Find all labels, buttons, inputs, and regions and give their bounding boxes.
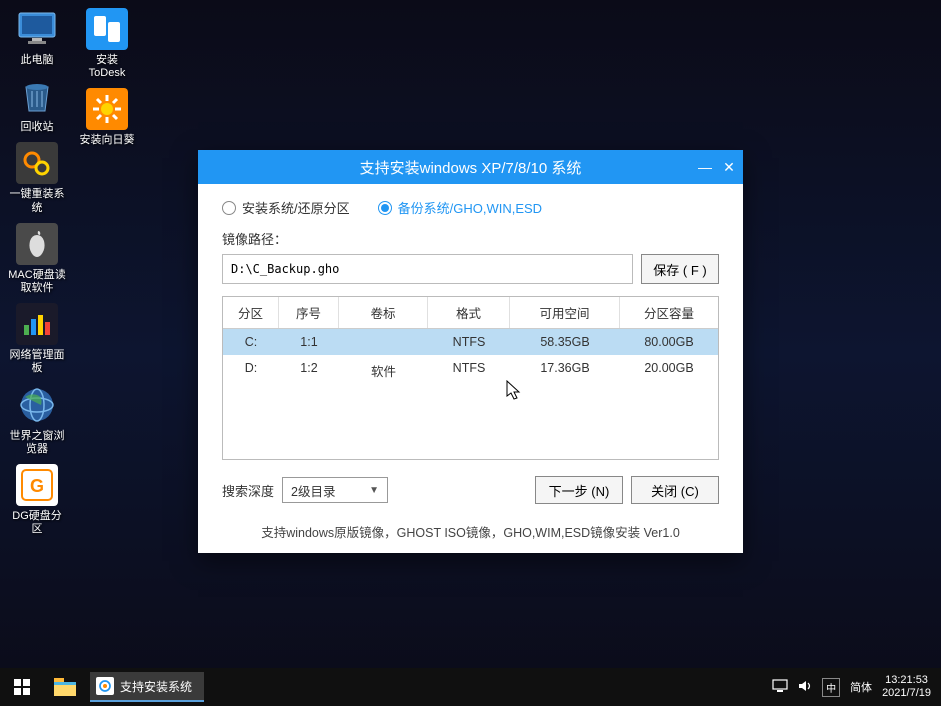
tray-ime-icon[interactable]: 中 (822, 678, 840, 697)
image-path-input[interactable]: D:\C_Backup.gho (222, 254, 633, 284)
tray-monitor-icon[interactable] (772, 679, 788, 696)
desktop-icon-label: 网络管理面板 (8, 349, 66, 375)
start-button[interactable] (0, 668, 44, 706)
svg-text:G: G (30, 476, 44, 496)
apple-icon (16, 223, 58, 265)
titlebar[interactable]: 支持安装windows XP/7/8/10 系统 — ✕ (198, 150, 743, 184)
dialog-title: 支持安装windows XP/7/8/10 系统 (198, 157, 743, 178)
search-depth-select[interactable]: 2级目录 ▼ (282, 477, 388, 503)
bars-icon (16, 303, 58, 345)
desktop-icon-label: 此电脑 (21, 54, 54, 67)
th-label: 卷标 (339, 297, 428, 328)
search-depth-label: 搜索深度 (222, 481, 274, 500)
desktop-icon[interactable]: 一键重装系统 (8, 142, 66, 214)
taskbar: 支持安装系统 中 简体 13:21:53 2021/7/19 (0, 668, 941, 706)
desktop-icon[interactable]: G DG硬盘分区 (8, 464, 66, 536)
app-icon (96, 677, 114, 695)
save-button[interactable]: 保存 ( F ) (641, 254, 719, 284)
taskbar-app-install[interactable]: 支持安装系统 (90, 672, 204, 702)
next-button[interactable]: 下一步 (N) (535, 476, 623, 504)
minimize-button[interactable]: — (695, 157, 715, 177)
todesk-icon (86, 8, 128, 50)
dialog-footer-text: 支持windows原版镜像，GHOST ISO镜像，GHO,WIM,ESD镜像安… (198, 512, 743, 553)
install-dialog: 支持安装windows XP/7/8/10 系统 — ✕ 安装系统/还原分区 备… (198, 150, 743, 553)
radio-icon (378, 201, 392, 215)
table-row[interactable]: D: 1:2 软件 NTFS 17.36GB 20.00GB (223, 355, 718, 386)
file-explorer-taskbar-icon[interactable] (44, 668, 86, 706)
desktop-icon[interactable]: 安装向日葵 (78, 88, 136, 147)
partition-table: 分区 序号 卷标 格式 可用空间 分区容量 C: 1:1 NTFS 58.35G… (222, 296, 719, 460)
radio-icon (222, 201, 236, 215)
globe-icon (16, 384, 58, 426)
radio-backup[interactable]: 备份系统/GHO,WIN,ESD (378, 198, 542, 217)
th-capacity: 分区容量 (620, 297, 718, 328)
desktop-icon[interactable]: 安装ToDesk (78, 8, 136, 80)
desktop-icon[interactable]: 回收站 (8, 75, 66, 134)
desktop-icon[interactable]: 网络管理面板 (8, 303, 66, 375)
desktop-icon-label: MAC硬盘读取软件 (8, 269, 66, 295)
close-button[interactable]: ✕ (719, 157, 739, 177)
tray-volume-icon[interactable] (798, 679, 812, 696)
th-format: 格式 (428, 297, 510, 328)
close-dialog-button[interactable]: 关闭 (C) (631, 476, 719, 504)
gears-icon (16, 142, 58, 184)
radio-install-restore[interactable]: 安装系统/还原分区 (222, 198, 350, 217)
chevron-down-icon: ▼ (369, 485, 379, 496)
desktop-icon-label: 安装ToDesk (78, 54, 136, 80)
desktop-icon-label: DG硬盘分区 (8, 510, 66, 536)
th-sequence: 序号 (279, 297, 339, 328)
dg-icon: G (16, 464, 58, 506)
desktop-icon-label: 一键重装系统 (8, 188, 66, 214)
desktop-icon[interactable]: 此电脑 (8, 8, 66, 67)
system-tray: 中 简体 13:21:53 2021/7/19 (772, 674, 941, 700)
tray-clock[interactable]: 13:21:53 2021/7/19 (882, 674, 931, 700)
bin-icon (16, 75, 58, 117)
monitor-icon (16, 8, 58, 50)
desktop-icons: 此电脑回收站一键重装系统 MAC硬盘读取软件网络管理面板世界之窗浏览器 G DG硬盘分… (8, 8, 136, 536)
desktop-icon-label: 回收站 (21, 121, 54, 134)
path-label: 镜像路径： (222, 229, 719, 248)
desktop-icon-label: 安装向日葵 (80, 134, 135, 147)
desktop-icon[interactable]: 世界之窗浏览器 (8, 384, 66, 456)
table-row[interactable]: C: 1:1 NTFS 58.35GB 80.00GB (223, 329, 718, 355)
sunflower-icon (86, 88, 128, 130)
th-partition: 分区 (223, 297, 279, 328)
desktop-icon[interactable]: MAC硬盘读取软件 (8, 223, 66, 295)
desktop-icon-label: 世界之窗浏览器 (8, 430, 66, 456)
tray-ime-label[interactable]: 简体 (850, 679, 872, 695)
th-free: 可用空间 (510, 297, 620, 328)
